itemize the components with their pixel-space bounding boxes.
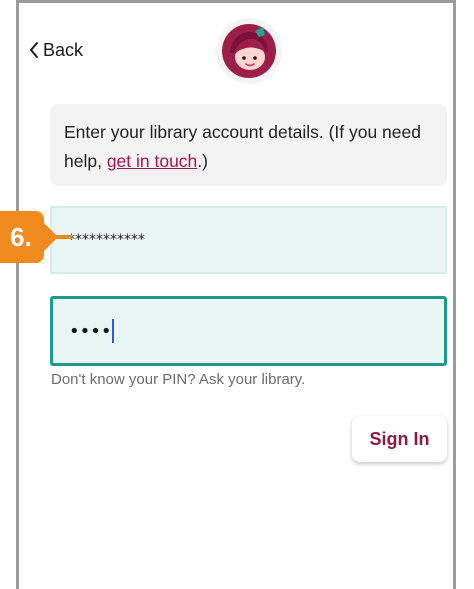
text-cursor	[112, 319, 115, 343]
app-screen	[16, 0, 456, 589]
sign-in-button[interactable]: Sign In	[352, 416, 447, 462]
libby-logo-icon	[216, 18, 282, 84]
back-label: Back	[43, 39, 84, 60]
pin-value: ••••	[69, 320, 112, 342]
get-in-touch-link[interactable]: get in touch	[107, 151, 197, 171]
instructions-box: Enter your library account details. (If …	[50, 104, 447, 186]
step-callout-pointer	[56, 235, 72, 239]
step-callout-badge: 6.	[0, 211, 44, 263]
pin-help-text: Don't know your PIN? Ask your library.	[51, 371, 306, 388]
pin-field[interactable]: ••••	[50, 296, 447, 366]
instructions-text-end: .)	[197, 151, 208, 171]
barcode-field[interactable]: ***********	[50, 206, 447, 274]
sign-in-label: Sign In	[369, 428, 430, 449]
barcode-value: ***********	[68, 232, 145, 248]
chevron-left-icon	[30, 42, 38, 58]
back-button[interactable]: Back	[29, 37, 83, 63]
step-number: 6.	[10, 221, 32, 252]
